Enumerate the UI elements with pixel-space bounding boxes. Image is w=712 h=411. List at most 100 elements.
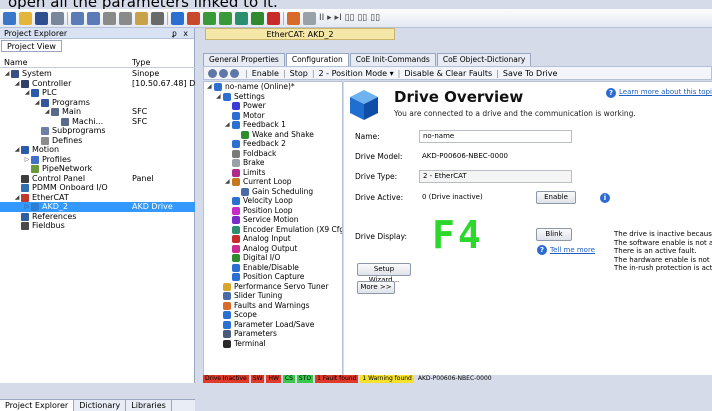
- name-field[interactable]: no-name: [419, 130, 572, 143]
- tell-me-more-link[interactable]: Tell me more: [550, 246, 595, 254]
- settings-item-power[interactable]: Power: [204, 101, 342, 111]
- open-icon[interactable]: [19, 11, 32, 25]
- expand-arrow-icon[interactable]: ◢: [216, 92, 221, 102]
- tree-item-akd-2[interactable]: ▷ AKD_2 AKD Drive: [0, 202, 195, 212]
- debug-icon[interactable]: [287, 11, 300, 25]
- breakpoint-icon[interactable]: [303, 11, 316, 25]
- tree-item-profiles[interactable]: ▷ Profiles: [0, 155, 195, 165]
- settings-item-gain-scheduling[interactable]: Gain Scheduling: [204, 187, 342, 197]
- tree-item-fieldbus[interactable]: Fieldbus: [0, 221, 195, 231]
- column-name[interactable]: Name: [4, 58, 28, 67]
- check-icon[interactable]: [203, 11, 216, 25]
- settings-item-slider-tuning[interactable]: Slider Tuning: [204, 291, 342, 301]
- tree-item-main[interactable]: ◢ Main SFC: [0, 107, 195, 117]
- tab-project-view[interactable]: Project View: [1, 40, 62, 52]
- learn-more-link[interactable]: Learn more about this topic: [619, 88, 712, 96]
- settings-item-velocity-loop[interactable]: Velocity Loop: [204, 196, 342, 206]
- cut-icon[interactable]: [103, 11, 116, 25]
- play-icon[interactable]: [251, 11, 264, 25]
- column-type[interactable]: Type: [132, 58, 150, 67]
- settings-item-limits[interactable]: Limits: [204, 168, 342, 178]
- settings-item-service-motion[interactable]: Service Motion: [204, 215, 342, 225]
- redo-icon[interactable]: [87, 11, 100, 25]
- settings-item-position-capture[interactable]: Position Capture: [204, 272, 342, 282]
- tree-item-plc[interactable]: ◢ PLC: [0, 88, 195, 98]
- settings-item-terminal[interactable]: Terminal: [204, 339, 342, 349]
- refresh-icon[interactable]: [230, 68, 239, 78]
- disable-clear-faults-command[interactable]: Disable & Clear Faults: [404, 69, 492, 78]
- expand-arrow-icon[interactable]: ◢: [4, 69, 10, 79]
- settings-item-no-name-online-[interactable]: ◢ no-name (Online)*: [204, 82, 342, 92]
- settings-item-motor[interactable]: Motor: [204, 111, 342, 121]
- print-icon[interactable]: [51, 11, 64, 25]
- tree-item-programs[interactable]: ◢ Programs: [0, 98, 195, 108]
- expand-arrow-icon[interactable]: ◢: [14, 79, 20, 89]
- undo-icon[interactable]: [71, 11, 84, 25]
- forward-icon[interactable]: [219, 68, 228, 78]
- settings-item-current-loop[interactable]: ◢ Current Loop: [204, 177, 342, 187]
- more-button[interactable]: More >>: [357, 281, 395, 294]
- tab-project-explorer[interactable]: Project Explorer: [0, 400, 75, 411]
- settings-item-encoder-emulation-x9-cfg-[interactable]: Encoder Emulation (X9 Cfg): [204, 225, 342, 235]
- expand-arrow-icon[interactable]: ▷: [24, 155, 30, 165]
- settings-item-foldback[interactable]: Foldback: [204, 149, 342, 159]
- settings-item-settings[interactable]: ◢ Settings: [204, 92, 342, 102]
- tree-item-pdmm-onboard-i-o[interactable]: PDMM Onboard I/O: [0, 183, 195, 193]
- tab-general-properties[interactable]: General Properties: [203, 53, 285, 66]
- expand-arrow-icon[interactable]: ◢: [14, 145, 20, 155]
- expand-arrow-icon[interactable]: ◢: [14, 193, 20, 203]
- setup-wizard-button[interactable]: Setup Wizard...: [357, 263, 411, 284]
- paste-icon[interactable]: [135, 11, 148, 25]
- enable-command[interactable]: Enable: [252, 69, 279, 78]
- enable-button[interactable]: Enable: [536, 191, 576, 204]
- download-icon[interactable]: [219, 11, 232, 25]
- tab-libraries[interactable]: Libraries: [126, 400, 172, 411]
- settings-item-parameters[interactable]: Parameters: [204, 329, 342, 339]
- settings-item-feedback-2[interactable]: Feedback 2: [204, 139, 342, 149]
- copy-icon[interactable]: [119, 11, 132, 25]
- settings-item-analog-output[interactable]: Analog Output: [204, 244, 342, 254]
- settings-item-scope[interactable]: Scope: [204, 310, 342, 320]
- tree-item-ethercat[interactable]: ◢ EtherCAT: [0, 193, 195, 203]
- tree-item-machi-[interactable]: Machi... SFC: [0, 117, 195, 127]
- expand-arrow-icon[interactable]: ◢: [225, 120, 230, 130]
- expand-arrow-icon[interactable]: ◢: [207, 82, 212, 92]
- tab-coe-object-dictionary[interactable]: CoE Object-Dictionary: [436, 53, 532, 66]
- tree-item-subprograms[interactable]: Subprograms: [0, 126, 195, 136]
- tab-configuration[interactable]: Configuration: [285, 53, 349, 66]
- compile-icon[interactable]: [171, 11, 184, 25]
- new-icon[interactable]: [3, 11, 16, 25]
- settings-item-feedback-1[interactable]: ◢ Feedback 1: [204, 120, 342, 130]
- tab-coe-init-commands[interactable]: CoE Init-Commands: [349, 53, 436, 66]
- settings-item-enable-disable[interactable]: Enable/Disable: [204, 263, 342, 273]
- expand-arrow-icon[interactable]: ◢: [44, 107, 50, 117]
- settings-item-parameter-load-save[interactable]: Parameter Load/Save: [204, 320, 342, 330]
- help-icon[interactable]: ?: [606, 88, 616, 98]
- tree-item-references[interactable]: References: [0, 212, 195, 222]
- tree-item-motion[interactable]: ◢ Motion: [0, 145, 195, 155]
- stop-icon[interactable]: [267, 11, 280, 25]
- tree-item-defines[interactable]: Defines: [0, 136, 195, 146]
- tree-item-control-panel[interactable]: Control Panel Panel: [0, 174, 195, 184]
- expand-arrow-icon[interactable]: ◢: [34, 98, 40, 108]
- pin-close-icon[interactable]: ᵱ x: [172, 29, 190, 38]
- mode-dropdown[interactable]: 2 - Position Mode ▾: [319, 69, 394, 78]
- expand-arrow-icon[interactable]: ◢: [24, 88, 30, 98]
- document-tab-ethercat-akd2[interactable]: EtherCAT: AKD_2: [205, 28, 395, 40]
- tree-item-pipenetwork[interactable]: PipeNetwork: [0, 164, 195, 174]
- settings-item-performance-servo-tuner[interactable]: Performance Servo Tuner: [204, 282, 342, 292]
- settings-item-wake-and-shake[interactable]: Wake and Shake: [204, 130, 342, 140]
- connect-icon[interactable]: [235, 11, 248, 25]
- blink-button[interactable]: Blink: [536, 228, 572, 241]
- save-icon[interactable]: [35, 11, 48, 25]
- expand-arrow-icon[interactable]: ▷: [24, 202, 30, 212]
- settings-item-brake[interactable]: Brake: [204, 158, 342, 168]
- stop-command[interactable]: Stop: [290, 69, 308, 78]
- help-icon[interactable]: ?: [537, 245, 547, 255]
- settings-item-position-loop[interactable]: Position Loop: [204, 206, 342, 216]
- save-to-drive-command[interactable]: Save To Drive: [503, 69, 557, 78]
- settings-item-faults-and-warnings[interactable]: Faults and Warnings: [204, 301, 342, 311]
- back-icon[interactable]: [208, 68, 217, 78]
- tree-item-controller[interactable]: ◢ Controller [10.50.67.48] Drive: [0, 79, 210, 89]
- tree-item-system[interactable]: ◢ System Sinope: [0, 69, 195, 79]
